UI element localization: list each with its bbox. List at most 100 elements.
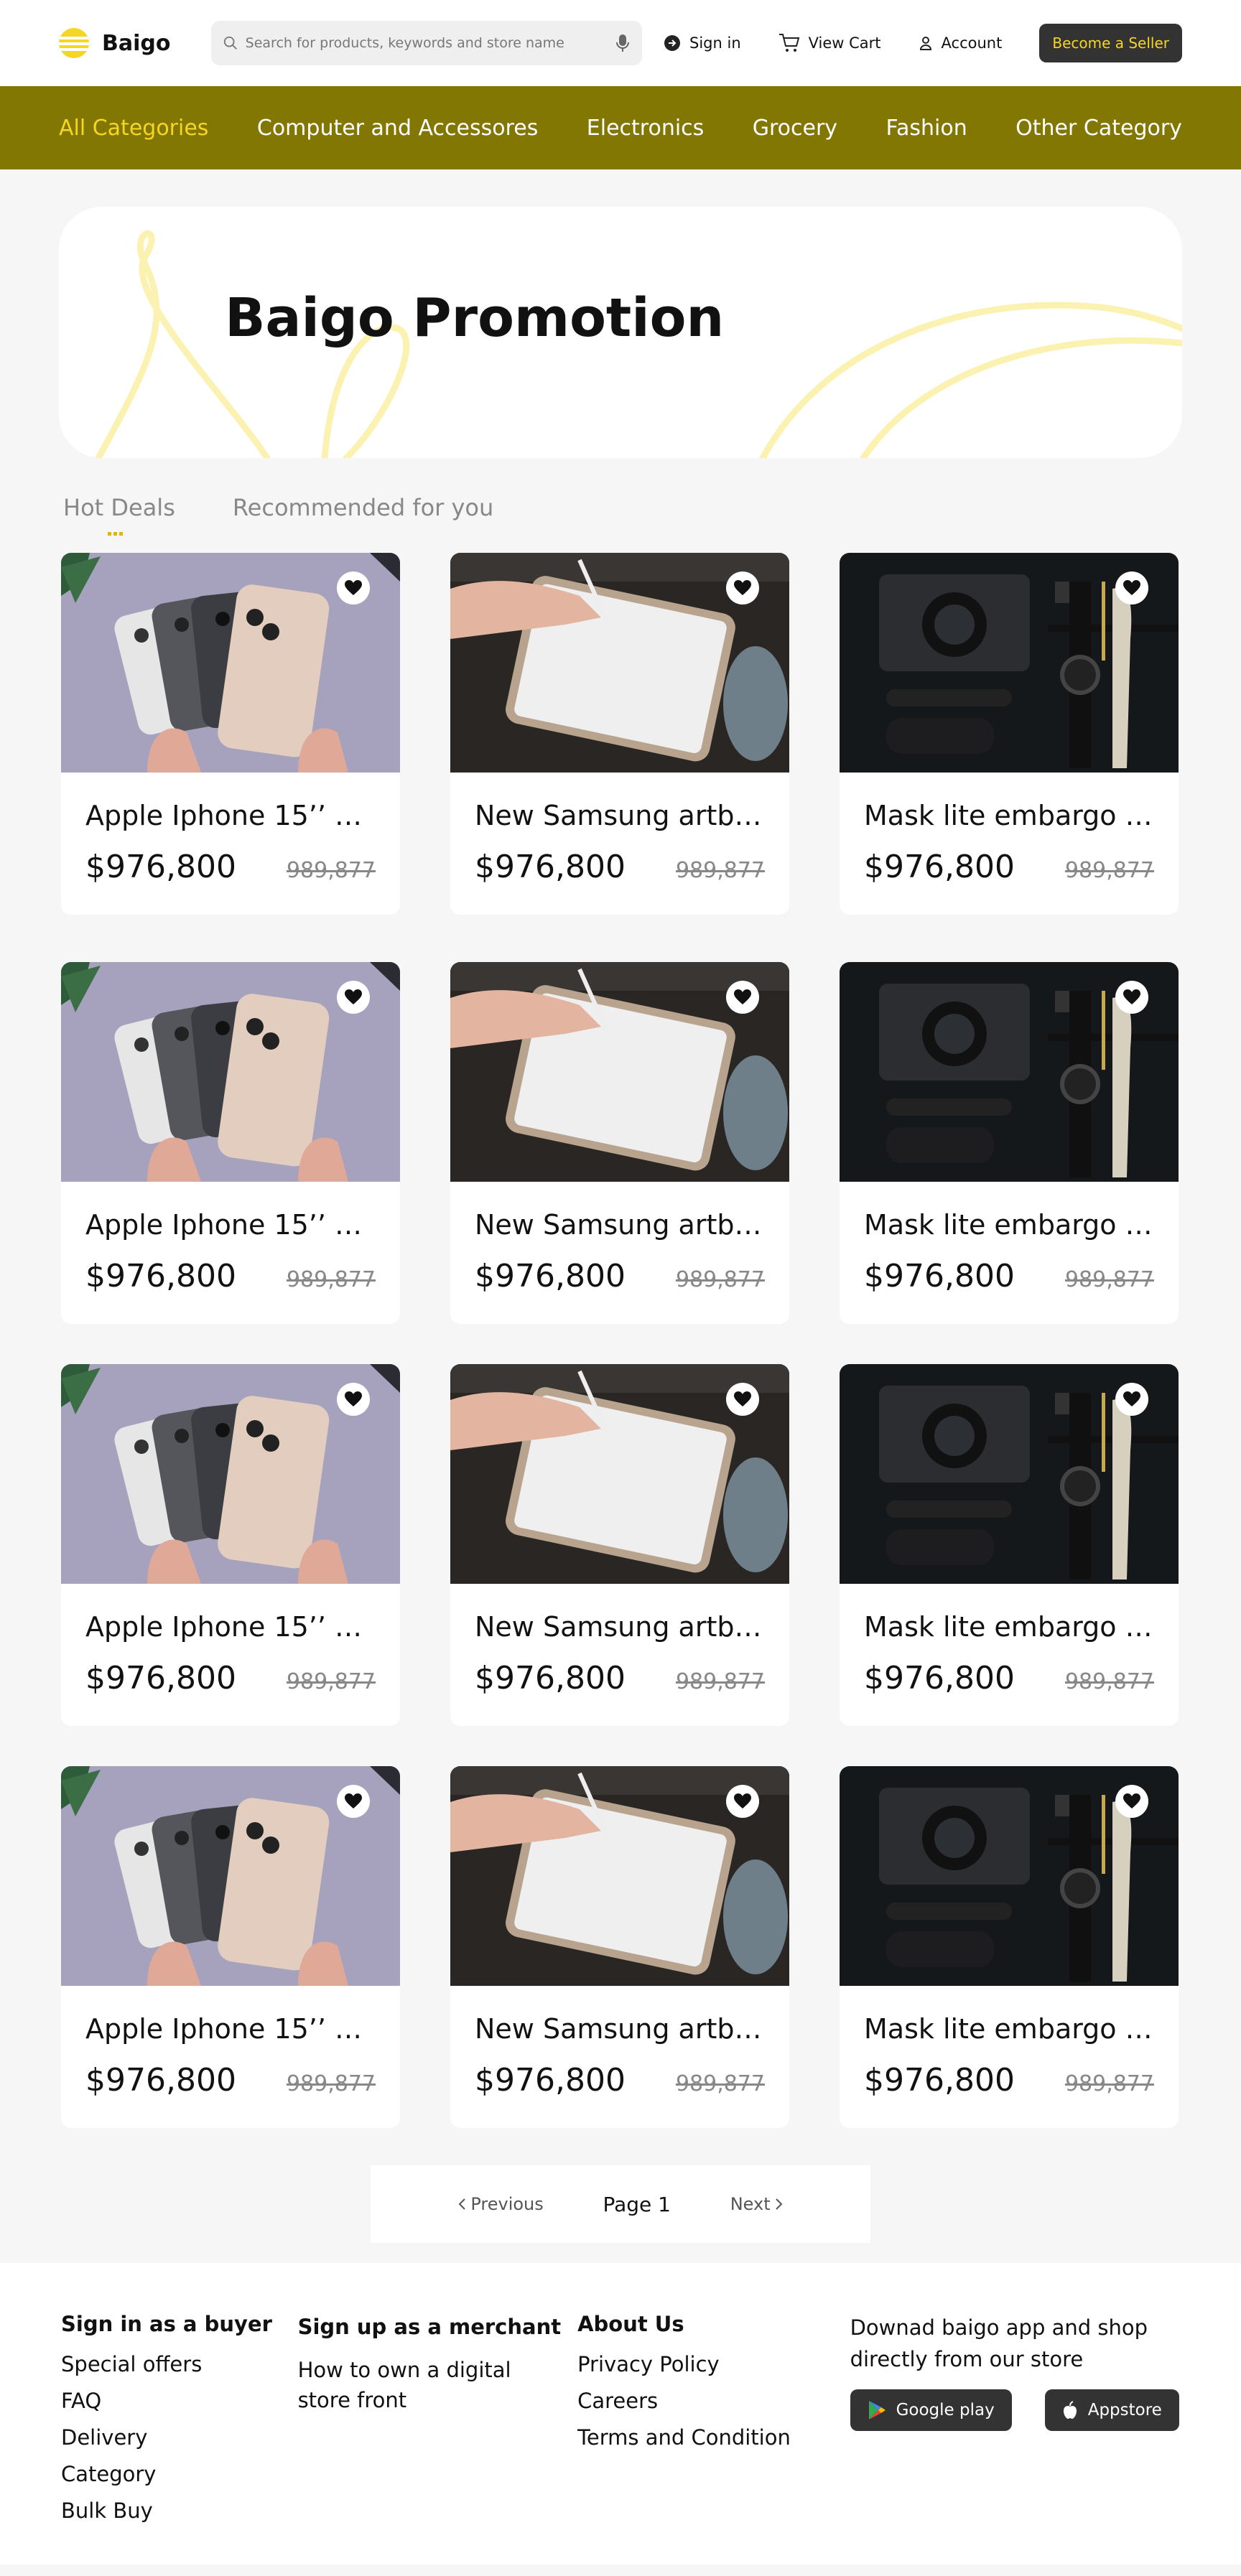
category-fashion[interactable]: Fashion [886, 116, 967, 141]
favorite-button[interactable] [337, 1383, 370, 1416]
product-card-body: New Samsung artboa… $976,800 989,877 [450, 1986, 789, 2099]
product-card[interactable]: New Samsung artboa… $976,800 989,877 [450, 553, 789, 915]
footer-link-special-offers[interactable]: Special offers [61, 2346, 298, 2383]
footer-link-privacy[interactable]: Privacy Policy [577, 2346, 850, 2383]
google-play-button[interactable]: Google play [850, 2389, 1012, 2431]
product-card[interactable]: Apple Iphone 15’’ Pro… $976,800 989,877 [61, 1766, 400, 2128]
product-image[interactable] [61, 1766, 400, 1986]
product-card[interactable]: Apple Iphone 15’’ Pro… $976,800 989,877 [61, 1364, 400, 1726]
product-image[interactable] [450, 553, 789, 773]
product-prices: $976,800 989,877 [475, 849, 765, 885]
product-old-price: 989,877 [286, 2071, 376, 2096]
product-image[interactable] [840, 553, 1179, 773]
product-prices: $976,800 989,877 [85, 2062, 376, 2099]
product-card-body: Mask lite embargo de…. $976,800 989,877 [840, 1182, 1179, 1294]
product-name[interactable]: New Samsung artboa… [475, 2013, 765, 2045]
category-other[interactable]: Other Category [1015, 116, 1182, 141]
appstore-button[interactable]: Appstore [1044, 2389, 1179, 2431]
logo[interactable]: Baigo [59, 28, 211, 58]
product-image[interactable] [61, 1364, 400, 1584]
favorite-button[interactable] [726, 981, 759, 1014]
product-card[interactable]: New Samsung artboa… $976,800 989,877 [450, 1364, 789, 1726]
product-old-price: 989,877 [675, 1669, 765, 1694]
product-name[interactable]: Apple Iphone 15’’ Pro… [85, 1209, 376, 1241]
product-prices: $976,800 989,877 [864, 1258, 1154, 1294]
view-cart-label: View Cart [808, 34, 881, 52]
sign-in-link[interactable]: Sign in [664, 34, 741, 52]
category-all[interactable]: All Categories [59, 116, 208, 141]
heart-icon [734, 580, 751, 595]
heart-icon [1123, 1793, 1140, 1809]
footer-buyer-title[interactable]: Sign in as a buyer [61, 2312, 298, 2336]
store-buttons: Google play Appstore [850, 2389, 1180, 2431]
favorite-button[interactable] [1115, 1383, 1148, 1416]
favorite-button[interactable] [1115, 571, 1148, 605]
footer-link-careers[interactable]: Careers [577, 2383, 850, 2419]
favorite-button[interactable] [337, 1785, 370, 1818]
category-computer-accessories[interactable]: Computer and Accessores [257, 116, 538, 141]
product-card[interactable]: New Samsung artboa… $976,800 989,877 [450, 1766, 789, 2128]
footer-merchant-title[interactable]: Sign up as a merchant [298, 2315, 578, 2339]
product-card[interactable]: Mask lite embargo de…. $976,800 989,877 [840, 553, 1179, 915]
product-card[interactable]: Apple Iphone 15’’ Pro… $976,800 989,877 [61, 962, 400, 1324]
view-cart-link[interactable]: View Cart [778, 33, 881, 53]
footer-link-category[interactable]: Category [61, 2456, 298, 2493]
footer-link-faq[interactable]: FAQ [61, 2383, 298, 2419]
product-card[interactable]: Mask lite embargo de…. $976,800 989,877 [840, 1364, 1179, 1726]
product-name[interactable]: Apple Iphone 15’’ Pro… [85, 1611, 376, 1643]
favorite-button[interactable] [726, 1785, 759, 1818]
product-price: $976,800 [864, 2062, 1015, 2099]
tab-recommended[interactable]: Recommended for you [233, 494, 493, 536]
product-card-body: Mask lite embargo de…. $976,800 989,877 [840, 1986, 1179, 2099]
category-bar: All Categories Computer and Accessores E… [0, 86, 1241, 169]
product-image[interactable] [840, 962, 1179, 1182]
appstore-label: Appstore [1087, 2401, 1162, 2419]
footer-link-terms[interactable]: Terms and Condition [577, 2419, 850, 2456]
product-image[interactable] [450, 1766, 789, 1986]
tab-hot-deals[interactable]: Hot Deals [63, 494, 175, 536]
previous-page-button[interactable]: Previous [457, 2194, 544, 2214]
product-card[interactable]: Apple Iphone 15’’ Pro… $976,800 989,877 [61, 553, 400, 915]
microphone-icon[interactable] [615, 33, 631, 53]
favorite-button[interactable] [726, 1383, 759, 1416]
category-grocery[interactable]: Grocery [753, 116, 837, 141]
pagination: Previous Page 1 Next [371, 2165, 870, 2243]
product-price: $976,800 [85, 1660, 236, 1697]
favorite-button[interactable] [337, 571, 370, 605]
footer-link-bulk-buy[interactable]: Bulk Buy [61, 2493, 298, 2529]
category-electronics[interactable]: Electronics [587, 116, 705, 141]
next-page-button[interactable]: Next [730, 2194, 784, 2214]
product-name[interactable]: New Samsung artboa… [475, 1611, 765, 1643]
favorite-button[interactable] [726, 571, 759, 605]
product-name[interactable]: Mask lite embargo de…. [864, 1611, 1154, 1643]
product-image[interactable] [840, 1766, 1179, 1986]
product-price: $976,800 [864, 849, 1015, 885]
product-card[interactable]: Mask lite embargo de…. $976,800 989,877 [840, 1766, 1179, 2128]
search-icon [223, 36, 237, 50]
product-image[interactable] [61, 962, 400, 1182]
product-image[interactable] [840, 1364, 1179, 1584]
favorite-button[interactable] [1115, 1785, 1148, 1818]
product-card-body: Mask lite embargo de…. $976,800 989,877 [840, 1584, 1179, 1697]
product-name[interactable]: Mask lite embargo de…. [864, 2013, 1154, 2045]
search-input[interactable] [245, 35, 615, 51]
product-prices: $976,800 989,877 [85, 1660, 376, 1697]
footer-link-digital-store[interactable]: How to own a digital store front [298, 2355, 528, 2415]
footer-link-delivery[interactable]: Delivery [61, 2419, 298, 2456]
become-seller-button[interactable]: Become a Seller [1039, 24, 1182, 62]
product-name[interactable]: Mask lite embargo de…. [864, 800, 1154, 831]
product-image[interactable] [450, 962, 789, 1182]
footer-about-title[interactable]: About Us [577, 2312, 850, 2336]
product-name[interactable]: Apple Iphone 15’’ Pro… [85, 2013, 376, 2045]
product-name[interactable]: New Samsung artboa… [475, 800, 765, 831]
account-link[interactable]: Account [919, 34, 1002, 52]
product-image[interactable] [450, 1364, 789, 1584]
product-name[interactable]: New Samsung artboa… [475, 1209, 765, 1241]
product-card[interactable]: New Samsung artboa… $976,800 989,877 [450, 962, 789, 1324]
favorite-button[interactable] [337, 981, 370, 1014]
product-card[interactable]: Mask lite embargo de…. $976,800 989,877 [840, 962, 1179, 1324]
favorite-button[interactable] [1115, 981, 1148, 1014]
product-name[interactable]: Mask lite embargo de…. [864, 1209, 1154, 1241]
product-name[interactable]: Apple Iphone 15’’ Pro… [85, 800, 376, 831]
product-image[interactable] [61, 553, 400, 773]
